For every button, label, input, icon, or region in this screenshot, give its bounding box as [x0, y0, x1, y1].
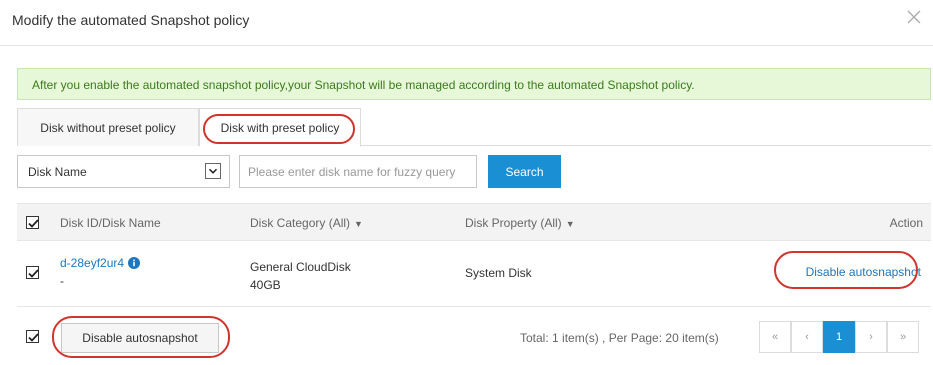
search-button[interactable]: Search [488, 155, 561, 188]
dialog-title: Modify the automated Snapshot policy [12, 12, 250, 28]
tab-disk-without-preset[interactable]: Disk without preset policy [17, 108, 199, 146]
disable-autosnapshot-link[interactable]: Disable autosnapshot [806, 265, 921, 279]
info-icon[interactable] [128, 257, 141, 269]
info-alert: After you enable the automated snapshot … [17, 68, 931, 100]
check-icon [28, 219, 39, 228]
disk-category-cell: General CloudDisk [250, 260, 351, 274]
disk-id-cell: d-28eyf2ur4 [60, 256, 141, 270]
bulk-disable-autosnapshot-button[interactable]: Disable autosnapshot [61, 323, 219, 353]
select-all-checkbox[interactable] [26, 216, 39, 229]
page-last-button[interactable]: » [887, 321, 919, 353]
disk-field-select[interactable]: Disk Name [17, 155, 230, 188]
caret-down-icon: ▼ [354, 219, 363, 229]
table-row: d-28eyf2ur4 - General CloudDisk 40GB Sys… [17, 241, 931, 307]
header-disk-property-label: Disk Property (All) [465, 216, 562, 230]
dialog-header: Modify the automated Snapshot policy [0, 0, 933, 46]
select-value: Disk Name [28, 165, 87, 179]
search-input[interactable] [239, 155, 477, 188]
page-prev-button[interactable]: ‹ [791, 321, 823, 353]
page-first-button[interactable]: « [759, 321, 791, 353]
footer-select-all-checkbox[interactable] [26, 330, 39, 343]
row-checkbox[interactable] [26, 266, 39, 279]
close-icon[interactable] [905, 8, 923, 26]
header-disk-category-label: Disk Category (All) [250, 216, 351, 230]
alert-text: After you enable the automated snapshot … [32, 78, 695, 92]
page-next-button[interactable]: › [855, 321, 887, 353]
header-action: Action [889, 216, 923, 230]
header-disk-property[interactable]: Disk Property (All) ▼ [465, 216, 575, 230]
disk-name-cell: - [60, 274, 64, 288]
pagination: « ‹ 1 › » [759, 321, 921, 353]
page-current-button[interactable]: 1 [823, 321, 855, 353]
disk-property-cell: System Disk [465, 266, 532, 280]
table-footer: Disable autosnapshot Total: 1 item(s) , … [17, 307, 931, 365]
tab-disk-with-preset[interactable]: Disk with preset policy [199, 108, 361, 147]
check-icon [28, 269, 39, 278]
header-disk-category[interactable]: Disk Category (All) ▼ [250, 216, 363, 230]
disk-size-cell: 40GB [250, 278, 281, 292]
caret-down-icon: ▼ [565, 219, 575, 229]
check-icon [28, 333, 39, 342]
pagination-summary: Total: 1 item(s) , Per Page: 20 item(s) [520, 331, 719, 345]
tab-bar: Disk without preset policy Disk with pre… [17, 108, 931, 147]
table-header: Disk ID/Disk Name Disk Category (All) ▼ D… [17, 203, 931, 241]
chevron-down-icon [205, 163, 221, 179]
disk-id-link[interactable]: d-28eyf2ur4 [60, 256, 124, 270]
header-disk-id: Disk ID/Disk Name [60, 216, 161, 230]
